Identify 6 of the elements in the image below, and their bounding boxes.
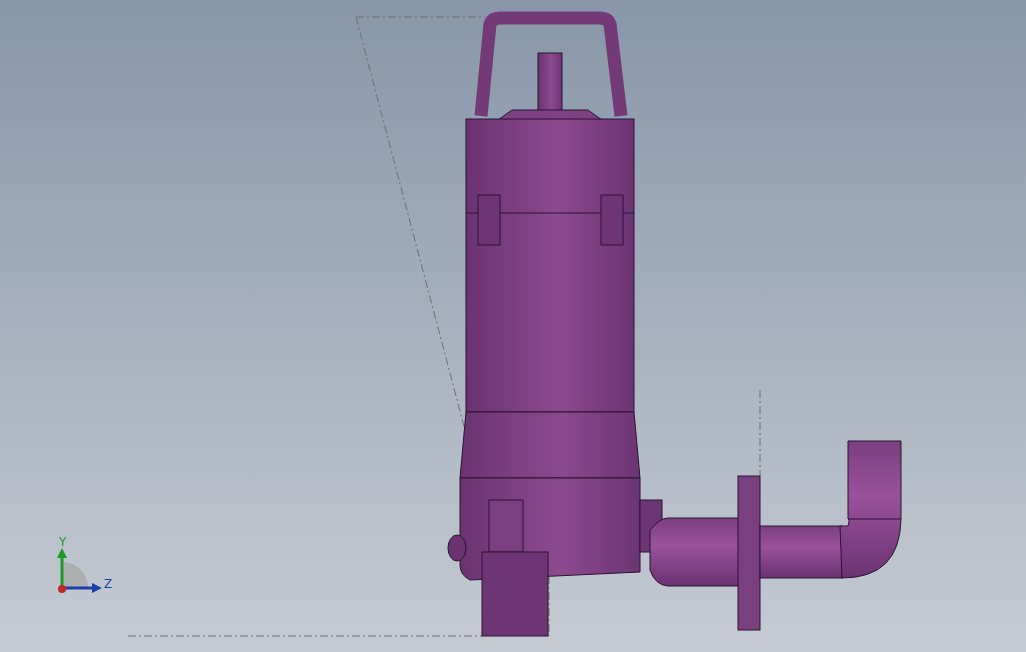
pump-drawing[interactable] [447,11,902,637]
axis-label: Y [59,535,67,549]
triad-quadrant-icon [62,562,88,588]
cad-viewport[interactable]: Y Z [0,0,1026,652]
triad-origin-icon [58,585,66,593]
axis-label: Z [104,577,113,591]
